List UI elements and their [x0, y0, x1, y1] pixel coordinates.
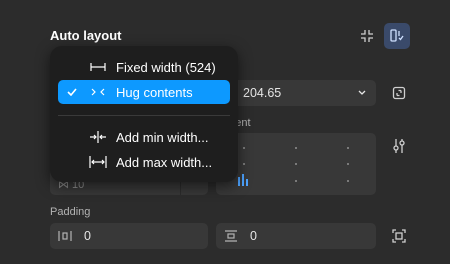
section-title: Auto layout [50, 28, 122, 43]
chevron-down-icon [358, 90, 366, 95]
height-field[interactable]: 204.65 [216, 80, 376, 106]
individual-padding-icon [392, 229, 406, 243]
height-value: 204.65 [243, 86, 282, 100]
hug-contents-icon [86, 87, 110, 97]
menu-separator [58, 115, 230, 116]
width-sizing-menu: Fixed width (524) Hug contents Add min w… [50, 46, 238, 182]
min-width-icon [86, 131, 110, 143]
vertical-padding-icon [224, 230, 242, 242]
align-top-center[interactable] [295, 147, 297, 149]
align-middle-right[interactable] [347, 163, 349, 165]
collapse-icon [361, 30, 373, 42]
advanced-settings-button[interactable] [386, 133, 412, 159]
alignment-grid[interactable] [216, 133, 376, 195]
align-top-right[interactable] [347, 147, 349, 149]
align-bottom-left-active-icon[interactable] [237, 174, 251, 186]
padding-label: Padding [50, 206, 91, 218]
vertical-padding-field[interactable]: 0 [216, 223, 376, 249]
align-bottom-center[interactable] [295, 180, 297, 182]
vertical-padding-value: 0 [250, 229, 257, 243]
menu-item-hug-contents[interactable]: Hug contents [58, 80, 230, 104]
align-middle-left[interactable] [243, 163, 245, 165]
sliders-icon [393, 139, 405, 153]
layout-settings-icon [390, 29, 404, 42]
resize-icon [392, 86, 406, 100]
menu-item-fixed-width[interactable]: Fixed width (524) [58, 55, 230, 79]
resize-to-fit-button[interactable] [386, 80, 412, 106]
menu-item-add-max-width[interactable]: Add max width... [58, 150, 230, 174]
horizontal-padding-value: 0 [84, 229, 91, 243]
fixed-width-icon [86, 62, 110, 72]
horizontal-padding-icon [58, 230, 76, 242]
menu-item-add-min-width[interactable]: Add min width... [58, 125, 230, 149]
horizontal-padding-field[interactable]: 0 [50, 223, 208, 249]
align-middle-center[interactable] [295, 163, 297, 165]
auto-layout-settings-button[interactable] [384, 23, 410, 49]
max-width-icon [86, 156, 110, 168]
align-top-left[interactable] [243, 147, 245, 149]
collapse-button[interactable] [354, 23, 380, 49]
individual-padding-button[interactable] [386, 223, 412, 249]
menu-item-label: Hug contents [116, 84, 193, 100]
menu-item-label: Add max width... [116, 154, 213, 170]
menu-item-label: Add min width... [116, 129, 209, 145]
align-bottom-right[interactable] [347, 180, 349, 182]
menu-item-label: Fixed width (524) [116, 59, 216, 75]
checkmark-icon [58, 85, 86, 99]
